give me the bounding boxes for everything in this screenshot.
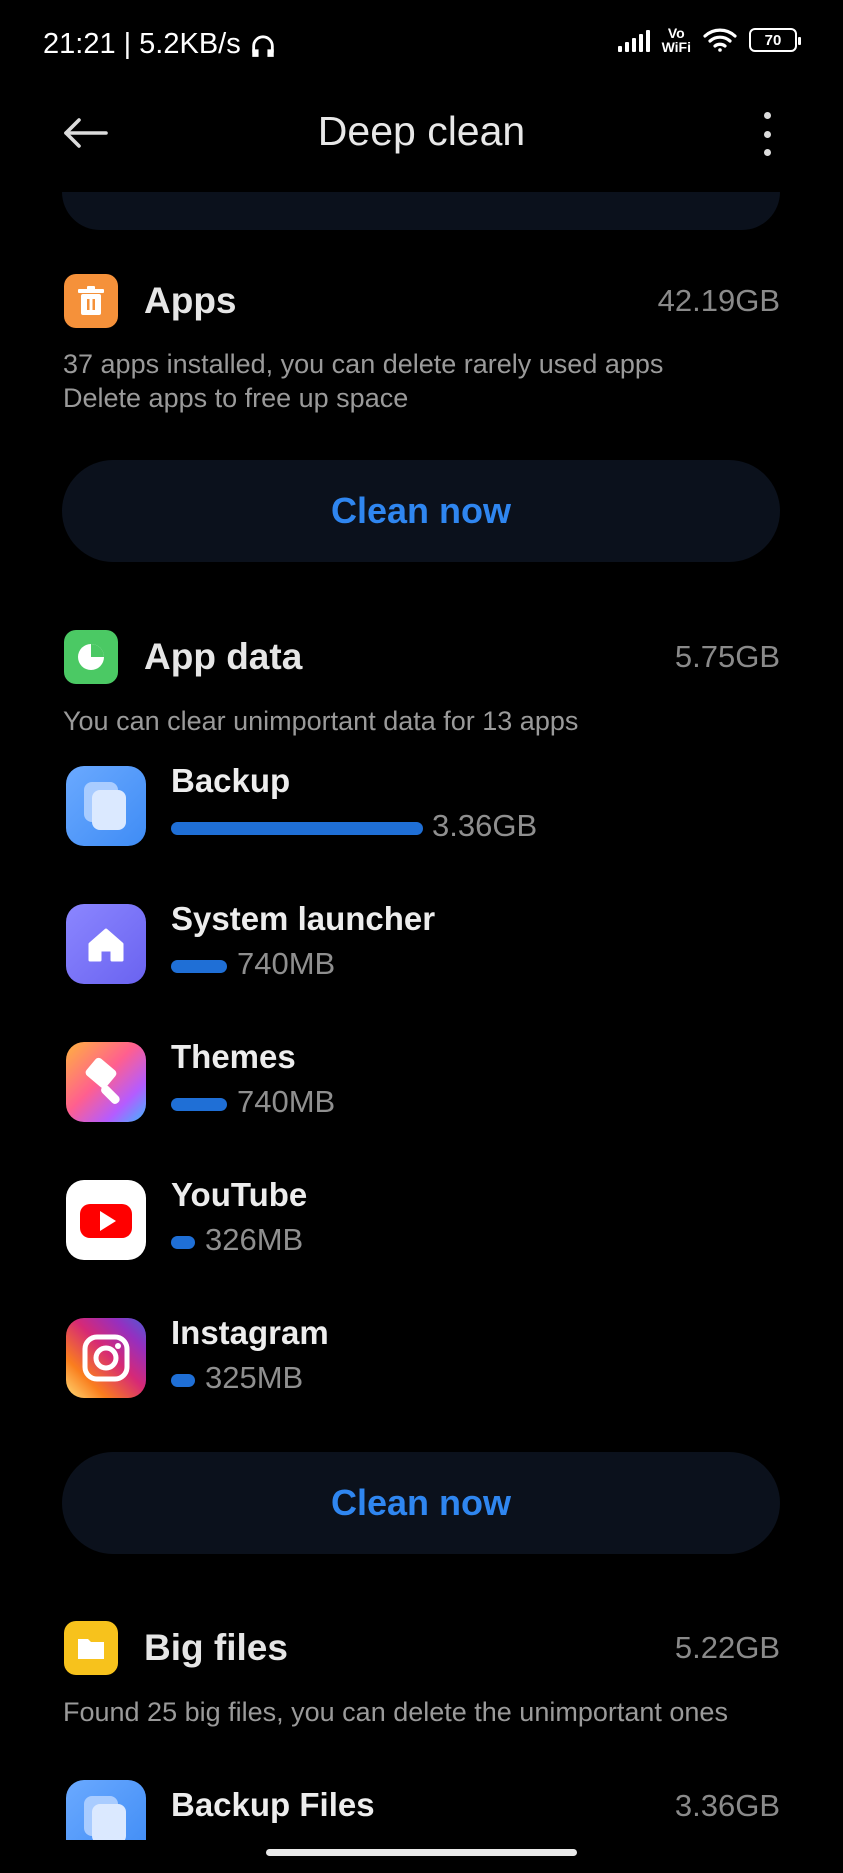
app-name: System launcher — [171, 900, 436, 937]
status-left: 21:21 | 5.2KB/s — [43, 28, 277, 61]
page-title: Deep clean — [317, 108, 526, 154]
youtube-app-icon — [66, 1180, 146, 1260]
status-bar: 21:21 | 5.2KB/s Vo WiFi 70 — [0, 0, 843, 90]
status-time: 21:21 — [43, 28, 116, 60]
app-data-title: App data — [144, 636, 303, 677]
apps-description: 37 apps installed, you can delete rarely… — [63, 349, 664, 413]
app-data-clean-now-button[interactable]: Clean now — [62, 1452, 780, 1554]
app-data-section-header[interactable]: App data 5.75GB — [64, 629, 780, 685]
app-size: 3.36GB — [432, 808, 538, 843]
status-right: Vo WiFi 70 — [617, 25, 801, 55]
list-item[interactable]: Instagram 325MB — [64, 1314, 780, 1402]
home-app-icon — [66, 904, 146, 984]
usage-bar — [171, 822, 423, 835]
signal-icon — [617, 28, 650, 52]
home-indicator[interactable] — [266, 1849, 577, 1856]
instagram-app-icon — [66, 1318, 146, 1398]
app-name: YouTube — [171, 1176, 308, 1213]
list-item[interactable]: YouTube 326MB — [64, 1176, 780, 1264]
app-size: 740MB — [237, 946, 336, 981]
more-vertical-icon — [763, 112, 771, 119]
app-name: Instagram — [171, 1314, 329, 1351]
network-speed: | 5.2KB/s — [123, 28, 241, 60]
themes-app-icon — [66, 1042, 146, 1122]
apps-title: Apps — [144, 280, 237, 321]
big-files-title: Big files — [144, 1627, 288, 1668]
app-size: 740MB — [237, 1084, 336, 1119]
app-size: 326MB — [205, 1222, 304, 1257]
pie-chart-icon — [64, 630, 118, 684]
headphones-icon — [252, 34, 274, 57]
app-name: Backup Files — [171, 1786, 375, 1823]
apps-section-header[interactable]: Apps 42.19GB — [64, 273, 780, 329]
previous-card-edge — [62, 192, 780, 230]
usage-bar — [171, 1098, 227, 1111]
list-item[interactable]: Backup 3.36GB — [64, 762, 780, 850]
list-item[interactable]: Backup Files 3.36GB — [64, 1780, 780, 1840]
usage-bar — [171, 1374, 195, 1387]
usage-bar — [171, 1236, 195, 1249]
wifi-icon — [703, 28, 737, 52]
vowifi-icon: Vo WiFi — [661, 25, 691, 55]
app-size: 3.36GB — [674, 1788, 780, 1823]
trash-icon — [64, 274, 118, 328]
battery-icon: 70 — [749, 28, 801, 52]
big-files-size: 5.22GB — [674, 1630, 780, 1665]
big-files-section-header[interactable]: Big files 5.22GB — [64, 1620, 780, 1676]
backup-app-icon — [66, 766, 146, 846]
list-item[interactable]: System launcher 740MB — [64, 900, 780, 988]
more-options-button[interactable] — [757, 112, 777, 156]
app-size: 325MB — [205, 1360, 304, 1395]
list-item[interactable]: Themes 740MB — [64, 1038, 780, 1126]
big-files-description: Found 25 big files, you can delete the u… — [63, 1697, 728, 1727]
apps-clean-now-button[interactable]: Clean now — [62, 460, 780, 562]
app-header: Deep clean — [0, 90, 843, 176]
usage-bar — [171, 960, 227, 973]
backup-app-icon — [66, 1780, 146, 1840]
folder-icon — [64, 1621, 118, 1675]
app-name: Backup — [171, 762, 291, 799]
app-name: Themes — [171, 1038, 296, 1075]
app-data-description: You can clear unimportant data for 13 ap… — [63, 706, 579, 736]
apps-size: 42.19GB — [657, 283, 780, 318]
app-data-size: 5.75GB — [674, 639, 780, 674]
